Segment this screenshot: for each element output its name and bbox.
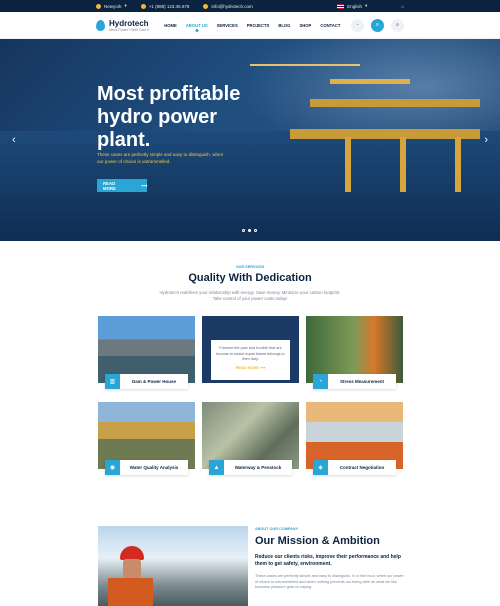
nav-shop[interactable]: SHOP [299, 23, 311, 28]
location-pin-icon [96, 3, 101, 9]
water-drop-icon: ◉ [105, 460, 120, 475]
read-more-button[interactable]: READ MORE ⟶ [97, 179, 147, 192]
top-bar: Newyork ▾ +1 (888) 123.45.678 info@hydro… [0, 0, 500, 12]
mission-title: Our Mission & Ambition [255, 535, 380, 547]
nav-home[interactable]: HOME [164, 23, 177, 28]
mission-text: These cases are perfectly simple and eas… [255, 574, 404, 589]
mission-section: ABOUT OUR COMPANY Our Mission & Ambition… [0, 503, 500, 606]
main-header: Hydrotech Need Power? Well Cam It HOME A… [0, 12, 500, 39]
phone-item[interactable]: +1 (888) 123.45.678 [140, 3, 190, 9]
service-card-water-quality[interactable]: ◉ Water Quality Analysis [98, 402, 195, 475]
gauge-icon: ◔ [313, 374, 328, 389]
slide-dot-active[interactable] [248, 229, 251, 232]
oil-rig-image [250, 59, 480, 192]
search-icon[interactable]: ⌕ [391, 18, 404, 32]
arrow-right-icon: ⟶ [140, 182, 147, 188]
main-nav: HOME ABOUT US SERVICES PROJECTS BLOG SHO… [164, 23, 340, 28]
face-shape [123, 559, 141, 579]
services-section: OUR SERVICES Quality With Dedication Hyd… [0, 241, 500, 503]
penstock-image [202, 402, 299, 469]
menu-icon[interactable]: ≡ [371, 18, 384, 32]
mission-eyebrow: ABOUT OUR COMPANY [255, 527, 299, 531]
next-arrow-icon[interactable]: › [484, 134, 488, 146]
logo-name: Hydrotech [109, 18, 149, 28]
service-hover-text: Foresee the pain and trouble that are bo… [216, 346, 285, 361]
nav-blog[interactable]: BLOG [278, 23, 290, 28]
hero-text: These cases are perfectly simple and eas… [97, 152, 224, 164]
service-card-hover[interactable]: Foresee the pain and trouble that are bo… [202, 316, 299, 383]
handshake-icon: ◈ [313, 460, 328, 475]
phone-text: +1 (888) 123.45.678 [148, 3, 190, 9]
body-shape [108, 578, 153, 606]
flag-icon [337, 3, 345, 9]
service-label: Dam & Power House [131, 379, 176, 384]
services-title: Quality With Dedication [188, 272, 312, 284]
read-more-label: READ MORE [103, 180, 116, 191]
location-item[interactable]: Newyork ▾ [96, 3, 127, 9]
engineer-image [306, 316, 403, 383]
services-grid: ▥ Dam & Power House Foresee the pain and… [98, 316, 404, 475]
dam-image [98, 316, 195, 383]
login-icon[interactable]: ⌂ [401, 4, 404, 9]
service-label: Stress Measurement [339, 379, 385, 384]
prev-arrow-icon[interactable]: ‹ [12, 134, 16, 146]
language-selector[interactable]: English ▾ [337, 3, 367, 9]
water-drop-icon [96, 19, 105, 31]
contract-image [306, 402, 403, 469]
mail-icon [203, 3, 209, 9]
mission-lead: Reduce our clients risks, improve their … [255, 554, 401, 567]
dam-icon: ▥ [105, 374, 120, 389]
service-card-stress[interactable]: ◔ Stress Measurement [306, 316, 403, 389]
service-label: Contract Negotiation [339, 465, 385, 470]
email-item[interactable]: info@hydrotech.com [203, 3, 253, 9]
language-text: English [347, 3, 363, 9]
service-label: Waterway & Penstock [234, 465, 282, 470]
cart-icon[interactable]: ◦ [351, 18, 364, 32]
slider-dots [242, 229, 257, 232]
location-text: Newyork [104, 3, 122, 9]
worker-image [98, 526, 248, 606]
hero-slider: ‹ › Most profitable hydro power plant. T… [0, 39, 500, 241]
slide-dot[interactable] [242, 229, 245, 232]
service-card-contract[interactable]: ◈ Contract Negotiation [306, 402, 403, 475]
helmet-shape [120, 546, 144, 560]
service-read-more-link[interactable]: READ MORE ⟶ [216, 366, 285, 372]
nav-contact[interactable]: CONTACT [320, 23, 340, 28]
logo[interactable]: Hydrotech Need Power? Well Cam It [96, 19, 149, 32]
service-label: Water Quality Analysis [129, 465, 179, 470]
nav-services[interactable]: SERVICES [217, 23, 238, 28]
service-card-dam[interactable]: ▥ Dam & Power House [98, 316, 195, 389]
service-card-waterway[interactable]: ▲ Waterway & Penstock [202, 402, 299, 475]
logo-tagline: Need Power? Well Cam It [109, 27, 150, 32]
water-worker-image [98, 402, 195, 469]
hero-title: Most profitable hydro power plant. [97, 83, 241, 151]
phone-icon [140, 3, 146, 9]
services-description: Hydrotech redefines your relationship wi… [159, 290, 341, 301]
nav-about-us[interactable]: ABOUT US [186, 23, 208, 28]
chevron-down-icon: ▾ [124, 3, 127, 8]
nav-projects[interactable]: PROJECTS [247, 23, 270, 28]
flame-icon: ▲ [209, 460, 224, 475]
slide-dot[interactable] [254, 229, 257, 232]
email-text: info@hydrotech.com [211, 3, 253, 9]
services-eyebrow: OUR SERVICES [235, 265, 265, 269]
chevron-down-icon: ▾ [365, 3, 368, 8]
service-hover-panel: Foresee the pain and trouble that are bo… [211, 340, 290, 380]
